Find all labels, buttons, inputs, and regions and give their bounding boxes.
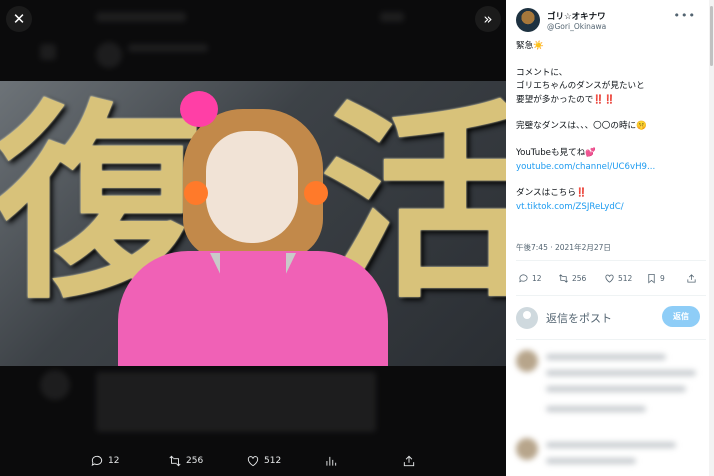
share-button[interactable] <box>402 454 416 468</box>
divider <box>516 260 706 261</box>
post-line: コメントに、 <box>516 67 568 78</box>
reply-icon <box>91 455 103 466</box>
sidebar-retweet-button[interactable]: 256 <box>558 273 586 284</box>
post-line: 完璧なダンスは、、、〇〇の時に🤫 <box>516 121 647 132</box>
post-line: YouTubeも見てね💕 <box>516 148 597 159</box>
toggle-sidebar-button[interactable]: » <box>475 6 501 32</box>
reply-count: 12 <box>108 456 120 466</box>
image-viewer: 復 活 ✕ » 12 256 512 ゴリ☆オキナワ @Gori_Okinawa… <box>0 0 714 476</box>
post-sidebar: ゴリ☆オキナワ @Gori_Okinawa ••• 緊急☀️ コメントに、 ゴリ… <box>506 0 714 476</box>
retweet-icon <box>169 455 181 467</box>
analytics-button[interactable] <box>324 454 338 468</box>
author-name[interactable]: ゴリ☆オキナワ <box>547 10 606 22</box>
avatar[interactable] <box>516 8 540 32</box>
photo-person <box>118 91 388 366</box>
post-line: ダンスはこちら‼️ <box>516 188 587 199</box>
reply-button[interactable]: 12 <box>90 454 119 468</box>
like-count: 512 <box>618 274 633 283</box>
retweet-button[interactable]: 256 <box>168 454 203 468</box>
reply-count: 12 <box>532 274 542 283</box>
close-icon: ✕ <box>12 10 26 28</box>
divider <box>516 339 706 340</box>
analytics-icon <box>326 456 337 466</box>
tweet-photo[interactable]: 復 活 <box>0 81 506 366</box>
retweet-count: 256 <box>572 274 587 283</box>
youtube-link[interactable]: youtube.com/channel/UC6vH9... <box>516 161 696 174</box>
tiktok-link[interactable]: vt.tiktok.com/ZSJReLydC/ <box>516 201 696 214</box>
author-handle[interactable]: @Gori_Okinawa <box>547 22 606 31</box>
bookmark-icon <box>648 273 655 284</box>
list-item <box>516 350 706 430</box>
share-icon <box>687 274 696 283</box>
media-action-bar: 12 256 512 <box>0 446 506 476</box>
share-icon <box>403 455 415 467</box>
more-options-icon[interactable]: ••• <box>674 9 696 22</box>
sidebar-like-button[interactable]: 512 <box>604 273 632 284</box>
avatar <box>516 307 538 329</box>
retweet-icon <box>559 274 568 283</box>
list-item <box>516 438 706 476</box>
reply-submit-button[interactable]: 返信 <box>662 306 700 327</box>
sidebar-share-button[interactable] <box>686 273 697 284</box>
reply-icon <box>519 274 528 283</box>
close-button[interactable]: ✕ <box>6 6 32 32</box>
post-stats: 12 256 512 9 <box>518 273 704 287</box>
like-button[interactable]: 512 <box>246 454 281 468</box>
media-pane: 復 活 ✕ » 12 256 512 <box>0 0 506 476</box>
sidebar-bookmark-button[interactable]: 9 <box>646 273 665 284</box>
sidebar-reply-button[interactable]: 12 <box>518 273 542 284</box>
post-line: ゴリエちゃんのダンスが見たいと <box>516 81 645 92</box>
chevrons-right-icon: » <box>483 10 493 28</box>
bookmark-count: 9 <box>660 274 665 283</box>
like-icon <box>605 274 614 283</box>
post-line: 緊急☀️ <box>516 41 544 51</box>
post-author[interactable]: ゴリ☆オキナワ @Gori_Okinawa <box>516 8 606 32</box>
post-line: 要望が多かったので‼️‼️ <box>516 94 615 105</box>
reply-input[interactable]: 返信をポスト <box>546 310 612 326</box>
retweet-count: 256 <box>186 456 204 466</box>
scrollbar[interactable] <box>709 0 714 476</box>
post-timestamp[interactable]: 午後7:45 · 2021年2月27日 <box>516 242 611 253</box>
like-count: 512 <box>264 456 282 466</box>
reply-composer: 返信をポスト 返信 <box>516 306 706 330</box>
post-text: 緊急☀️ コメントに、 ゴリエちゃんのダンスが見たいと 要望が多かったので‼️‼… <box>516 40 696 214</box>
like-icon <box>247 456 259 467</box>
scrollbar-thumb[interactable] <box>710 6 713 66</box>
divider <box>516 295 706 296</box>
